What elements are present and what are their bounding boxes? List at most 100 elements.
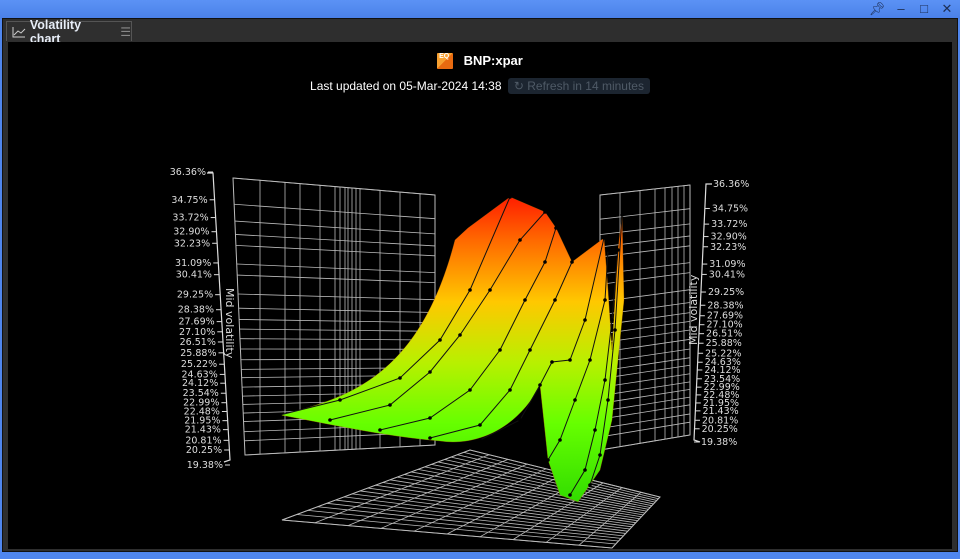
wall-gridline: [599, 434, 691, 451]
left-z-axis-label: Mid volatility: [223, 288, 236, 359]
left-tick-label: 28.38%: [178, 305, 214, 316]
mesh-point: [543, 210, 547, 214]
left-z-axis: 36.36% 34.75% 33.72% 32.90%32.23% 31.09%30.4…: [170, 167, 231, 471]
wall-gridline: [599, 413, 691, 429]
mesh-point: [528, 348, 532, 352]
right-tick-label: 34.75%: [712, 203, 748, 214]
mesh-point: [388, 403, 392, 407]
mesh-point: [568, 358, 572, 362]
mesh-point: [478, 438, 482, 442]
mesh-point: [554, 226, 558, 230]
mesh-point: [613, 328, 617, 332]
wall-gridline: [232, 177, 436, 196]
wall-gridline: [599, 421, 691, 438]
mesh-point: [610, 318, 614, 322]
mesh-point: [573, 398, 577, 402]
wall-gridline: [599, 272, 691, 285]
right-tick-label: 19.38%: [701, 437, 737, 448]
mesh-point: [583, 318, 587, 322]
mesh-point: [620, 213, 624, 217]
mesh-point: [550, 360, 554, 364]
mesh-point: [478, 423, 482, 427]
mesh-point: [518, 418, 522, 422]
mesh-point: [606, 398, 610, 402]
floor-grid: [281, 449, 661, 549]
mesh-point: [543, 260, 547, 264]
left-tick-label: 29.25%: [177, 290, 213, 301]
left-tick-label: 36.36%: [170, 167, 206, 178]
mesh-point: [588, 358, 592, 362]
right-tick-label: 36.36%: [713, 179, 749, 190]
mesh-point: [523, 298, 527, 302]
mesh-point: [338, 398, 342, 402]
mesh-point: [553, 298, 557, 302]
wall-gridline: [599, 245, 691, 258]
wall-gridline: [599, 184, 691, 196]
mesh-point: [468, 388, 472, 392]
right-tick-label: 32.23%: [710, 242, 746, 253]
mesh-point: [546, 458, 550, 462]
wall-gridline: [237, 274, 436, 284]
left-tick-label: 21.43%: [185, 425, 221, 436]
wall-gridline: [238, 293, 436, 301]
left-tick-label: 34.75%: [171, 195, 207, 206]
mesh-point: [398, 376, 402, 380]
right-z-axis-label: Mid volatility: [687, 274, 700, 345]
wall-gridline: [599, 404, 691, 420]
mesh-point: [468, 288, 472, 292]
mesh-point: [593, 428, 597, 432]
window-bottom-border: [0, 552, 960, 559]
right-z-axis: 36.36%34.75%33.72%32.90%32.23%31.09%30.4…: [693, 179, 749, 448]
wall-gridline: [235, 244, 436, 257]
right-tick-label: 28.38%: [707, 300, 743, 311]
mesh-point: [438, 338, 442, 342]
mesh-point: [378, 428, 382, 432]
left-tick-label: 30.41%: [176, 270, 212, 281]
left-tick-label: 33.72%: [172, 213, 208, 224]
mesh-point: [616, 248, 620, 252]
mesh-point: [603, 378, 607, 382]
left-tick-label: 32.90%: [173, 227, 209, 238]
mesh-point: [508, 195, 512, 199]
right-tick-label: 33.72%: [711, 219, 747, 230]
wall-gridline: [599, 223, 691, 236]
left-tick-label: 26.51%: [180, 337, 216, 348]
mesh-point: [538, 383, 542, 387]
wall-gridline: [236, 263, 436, 273]
mesh-point: [488, 288, 492, 292]
wall-gridline: [599, 208, 691, 220]
right-tick-label: 20.25%: [702, 424, 738, 435]
mesh-point: [583, 468, 587, 472]
mesh-point: [598, 453, 602, 457]
floor-gridline: [281, 449, 471, 521]
wall-gridline: [239, 338, 436, 341]
mesh-point: [428, 416, 432, 420]
mesh-point: [588, 483, 592, 487]
wall-gridline: [238, 307, 436, 313]
right-tick-label: 29.25%: [708, 287, 744, 298]
wall-gridline: [234, 203, 436, 220]
mesh-point: [428, 436, 432, 440]
right-tick-label: 30.41%: [709, 269, 745, 280]
wall-gridline: [239, 328, 436, 332]
mesh-point: [498, 348, 502, 352]
mesh-point: [568, 493, 572, 497]
left-tick-label: 19.38%: [187, 460, 223, 471]
wall-gridline: [599, 262, 691, 275]
wall-gridline: [239, 319, 436, 324]
volatility-surface-plot[interactable]: 36.36%34.75%33.72%32.90%32.23%31.09%30.4…: [0, 0, 960, 559]
mesh-point: [558, 438, 562, 442]
mesh-point: [428, 370, 432, 374]
mesh-point: [328, 418, 332, 422]
mesh-point: [508, 388, 512, 392]
mesh-point: [606, 248, 610, 252]
wall-gridline: [599, 235, 691, 248]
mesh-point: [518, 238, 522, 242]
mesh-point: [603, 298, 607, 302]
mesh-point: [458, 333, 462, 337]
right-wall: [599, 184, 691, 451]
mesh-point: [602, 236, 606, 240]
mesh-point: [570, 260, 574, 264]
floor-gridline: [314, 454, 490, 524]
left-tick-label: 32.23%: [174, 238, 210, 249]
